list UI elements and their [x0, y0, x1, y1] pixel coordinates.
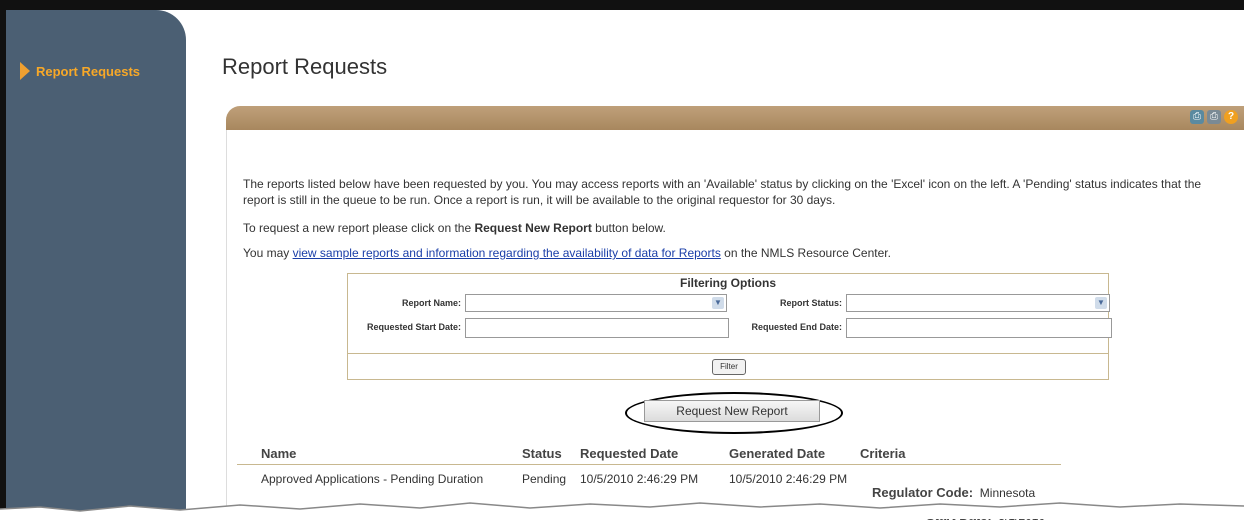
instruction-text: To request a new report please click on … [243, 221, 475, 235]
report-panel: The reports listed below have been reque… [226, 130, 1244, 523]
help-icon[interactable]: ? [1224, 110, 1238, 124]
panel-toolbar: ⎙ ⎙ ? [1190, 110, 1238, 124]
request-new-report-button[interactable]: Request New Report [644, 400, 820, 422]
sample-reports-link[interactable]: view sample reports and information rega… [293, 246, 721, 260]
column-header-criteria: Criteria [860, 446, 906, 461]
page-title: Report Requests [222, 54, 388, 79]
note-text-end: on the NMLS Resource Center. [720, 246, 891, 260]
end-date-label: Requested End Date: [751, 322, 842, 332]
filter-divider [348, 353, 1108, 354]
column-header-generated-date[interactable]: Generated Date [729, 446, 825, 461]
row-report-name: Approved Applications - Pending Duration [261, 472, 484, 486]
print-icon[interactable]: ⎙ [1190, 110, 1204, 124]
start-date-input[interactable] [465, 318, 729, 338]
filter-title: Filtering Options [680, 276, 776, 290]
panel-header: ⎙ ⎙ ? [226, 106, 1244, 130]
instruction-text-end: button below. [591, 221, 666, 235]
column-header-status[interactable]: Status [522, 446, 562, 461]
column-header-requested-date[interactable]: Requested Date [580, 446, 678, 461]
table-header-divider [237, 464, 1061, 465]
main-content: Report Requests ⎙ ⎙ ? The reports listed… [186, 10, 1244, 523]
note-text: You may [243, 246, 293, 260]
row-generated-date: 10/5/2010 2:46:29 PM [729, 472, 848, 486]
app-window: Report Requests Report Requests ⎙ ⎙ ? Th… [0, 0, 1244, 523]
torn-edge-decoration [0, 502, 1244, 519]
filter-button[interactable]: Filter [712, 359, 746, 375]
column-header-name[interactable]: Name [261, 446, 296, 461]
row-status: Pending [522, 472, 567, 486]
chevron-down-icon[interactable]: ▼ [1095, 297, 1107, 309]
resource-center-note: You may view sample reports and informat… [243, 245, 891, 261]
intro-text: The reports listed below have been reque… [243, 177, 1202, 207]
instruction-bold: Request New Report [474, 221, 592, 235]
report-name-label: Report Name: [401, 298, 461, 308]
end-date-input[interactable] [846, 318, 1112, 338]
arrow-right-icon [20, 62, 30, 80]
chevron-down-icon[interactable]: ▼ [712, 297, 724, 309]
request-instructions: To request a new report please click on … [243, 220, 666, 236]
printer-friendly-icon[interactable]: ⎙ [1207, 110, 1221, 124]
start-date-label: Requested Start Date: [366, 322, 461, 332]
report-status-select[interactable]: ▼ [846, 294, 1110, 312]
report-name-select[interactable]: ▼ [465, 294, 727, 312]
sidebar-item-report-requests[interactable]: Report Requests [20, 62, 140, 80]
row-requested-date: 10/5/2010 2:46:29 PM [580, 472, 699, 486]
report-status-label: Report Status: [779, 298, 842, 308]
sidebar-item-label: Report Requests [36, 63, 141, 79]
sidebar: Report Requests [6, 10, 186, 519]
filter-options-box: Filtering Options Report Name: ▼ Report … [347, 273, 1112, 380]
window-top-border [0, 0, 1244, 10]
